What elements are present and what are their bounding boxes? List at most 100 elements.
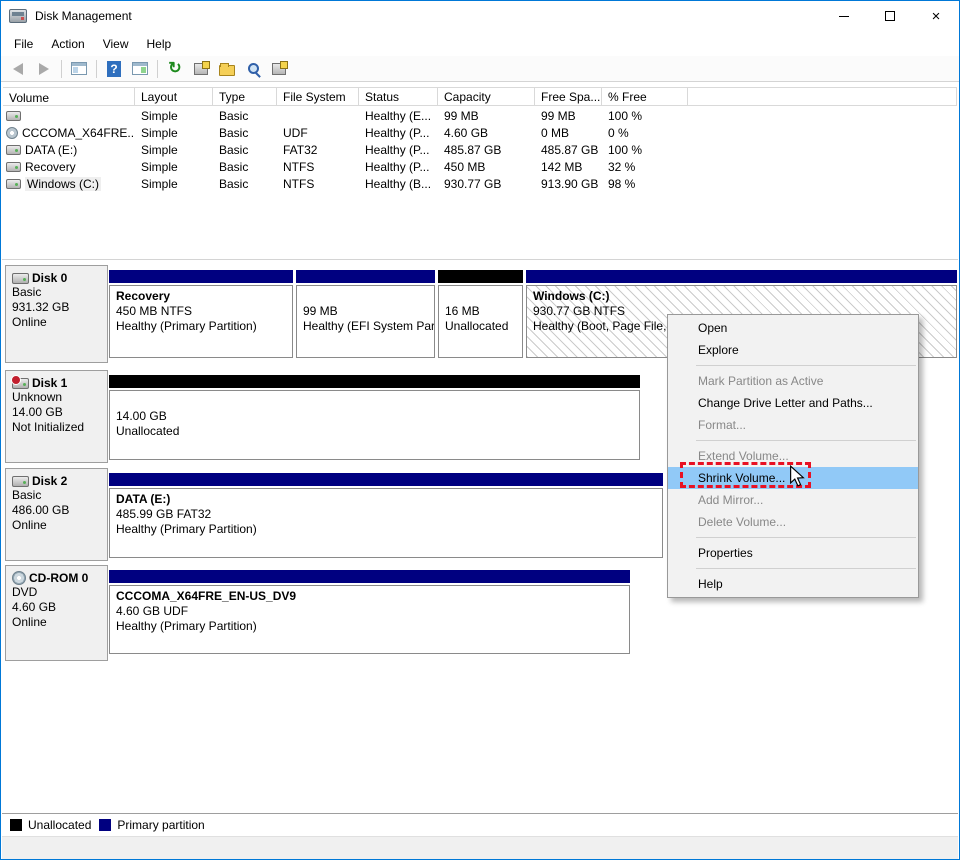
table-row-windows-c[interactable]: Windows (C:) Simple Basic NTFS Healthy (… (3, 175, 957, 192)
menu-action[interactable]: Action (42, 33, 93, 55)
show-action-pane-button[interactable] (129, 59, 151, 79)
menu-separator (696, 440, 916, 441)
back-button[interactable] (7, 59, 29, 79)
type-cell: Basic (213, 177, 277, 191)
menu-separator (696, 365, 916, 366)
menu-help[interactable]: Help (138, 33, 181, 55)
view-button[interactable] (242, 59, 264, 79)
layout-cell: Simple (135, 143, 213, 157)
disk-name: CD-ROM 0 (29, 571, 88, 585)
column-header-pct-free[interactable]: % Free (602, 88, 688, 105)
manage-button[interactable] (268, 59, 290, 79)
partition-size: 450 MB NTFS (116, 304, 286, 319)
disk-icon (12, 273, 29, 284)
pct-free-cell: 0 % (602, 126, 688, 140)
magnifier-icon (248, 63, 259, 74)
minimize-button[interactable] (821, 1, 867, 31)
open-button[interactable] (216, 59, 238, 79)
cdrom-header[interactable]: CD-ROM 0 DVD 4.60 GB Online (5, 565, 108, 661)
column-header-file-system[interactable]: File System (277, 88, 359, 105)
menu-file[interactable]: File (5, 33, 42, 55)
disk-type: DVD (12, 585, 101, 600)
partition-status: Unallocated (445, 319, 516, 334)
minimize-icon (839, 16, 849, 17)
menu-separator (696, 568, 916, 569)
menu-item-add-mirror: Add Mirror... (668, 489, 918, 511)
column-header-type[interactable]: Type (213, 88, 277, 105)
maximize-button[interactable] (867, 1, 913, 31)
disk-size: 931.32 GB (12, 300, 101, 315)
primary-partition-band (296, 270, 435, 283)
disk-icon (12, 476, 29, 487)
legend-primary-partition: Primary partition (99, 818, 204, 832)
partition-unallocated-14gb[interactable]: 14.00 GB Unallocated (109, 375, 640, 460)
partition-size: 485.99 GB FAT32 (116, 507, 656, 522)
partition-status: Unallocated (116, 424, 633, 439)
partition-recovery[interactable]: Recovery 450 MB NTFS Healthy (Primary Pa… (109, 270, 293, 358)
menu-item-mark-partition-active: Mark Partition as Active (668, 370, 918, 392)
cdrom-icon (12, 571, 26, 585)
partition-title (303, 289, 428, 304)
help-button[interactable]: ? (103, 59, 125, 79)
partition-cd-media[interactable]: CCCOMA_X64FRE_EN-US_DV9 4.60 GB UDF Heal… (109, 570, 630, 654)
volume-name: Windows (C:) (25, 177, 101, 191)
partition-status: Healthy (Primary Partition) (116, 319, 286, 334)
forward-icon (39, 63, 49, 75)
show-console-tree-button[interactable] (68, 59, 90, 79)
layout-cell: Simple (135, 177, 213, 191)
menu-item-properties[interactable]: Properties (668, 542, 918, 564)
console-tree-icon (71, 62, 87, 75)
menu-item-help[interactable]: Help (668, 573, 918, 595)
column-header-status[interactable]: Status (359, 88, 438, 105)
partition-efi[interactable]: 99 MB Healthy (EFI System Part (296, 270, 435, 358)
table-row[interactable]: DATA (E:) Simple Basic FAT32 Healthy (P.… (3, 141, 957, 158)
fs-cell: UDF (277, 126, 359, 140)
column-header-capacity[interactable]: Capacity (438, 88, 535, 105)
disk2-header[interactable]: Disk 2 Basic 486.00 GB Online (5, 468, 108, 561)
primary-partition-band (109, 473, 663, 486)
close-button[interactable]: × (913, 1, 959, 31)
disk1-header[interactable]: Disk 1 Unknown 14.00 GB Not Initialized (5, 370, 108, 463)
properties-icon (194, 63, 208, 75)
free-space-cell: 913.90 GB (535, 177, 602, 191)
table-row[interactable]: CCCOMA_X64FRE... Simple Basic UDF Health… (3, 124, 957, 141)
menu-item-delete-volume: Delete Volume... (668, 511, 918, 533)
status-bar (2, 836, 958, 859)
partition-unallocated-16mb[interactable]: 16 MB Unallocated (438, 270, 523, 358)
unallocated-band (438, 270, 523, 283)
column-header-free-space[interactable]: Free Spa... (535, 88, 602, 105)
properties-button[interactable] (190, 59, 212, 79)
pct-free-cell: 100 % (602, 143, 688, 157)
menu-item-change-drive-letter[interactable]: Change Drive Letter and Paths... (668, 392, 918, 414)
menu-separator (696, 537, 916, 538)
unallocated-swatch (10, 819, 22, 831)
partition-title: CCCOMA_X64FRE_EN-US_DV9 (116, 589, 623, 604)
pct-free-cell: 98 % (602, 177, 688, 191)
partition-title: Windows (C:) (533, 289, 950, 304)
column-header-volume[interactable]: Volume (3, 88, 135, 105)
disk-type: Basic (12, 285, 101, 300)
primary-partition-band (526, 270, 957, 283)
menu-item-open[interactable]: Open (668, 317, 918, 339)
menu-item-explore[interactable]: Explore (668, 339, 918, 361)
legend-bar: Unallocated Primary partition (2, 813, 958, 836)
volume-table-header: Volume Layout Type File System Status Ca… (3, 87, 957, 106)
volume-name: Recovery (25, 160, 76, 174)
disk0-header[interactable]: Disk 0 Basic 931.32 GB Online (5, 265, 108, 363)
manage-icon (272, 63, 286, 75)
menu-view[interactable]: View (94, 33, 138, 55)
table-row[interactable]: Recovery Simple Basic NTFS Healthy (P...… (3, 158, 957, 175)
refresh-button[interactable]: ↻ (164, 59, 186, 79)
disk-name: Disk 1 (32, 376, 67, 390)
table-row[interactable]: Simple Basic Healthy (E... 99 MB 99 MB 1… (3, 107, 957, 124)
partition-title: DATA (E:) (116, 492, 656, 507)
partition-status: Healthy (Primary Partition) (116, 619, 623, 634)
partition-data-e[interactable]: DATA (E:) 485.99 GB FAT32 Healthy (Prima… (109, 473, 663, 558)
menu-item-format: Format... (668, 414, 918, 436)
forward-button[interactable] (33, 59, 55, 79)
menu-bar: File Action View Help (1, 31, 959, 56)
disk-type: Unknown (12, 390, 101, 405)
title-bar: Disk Management × (1, 1, 959, 31)
column-header-layout[interactable]: Layout (135, 88, 213, 105)
disk-management-window: Disk Management × File Action View Help … (0, 0, 960, 860)
